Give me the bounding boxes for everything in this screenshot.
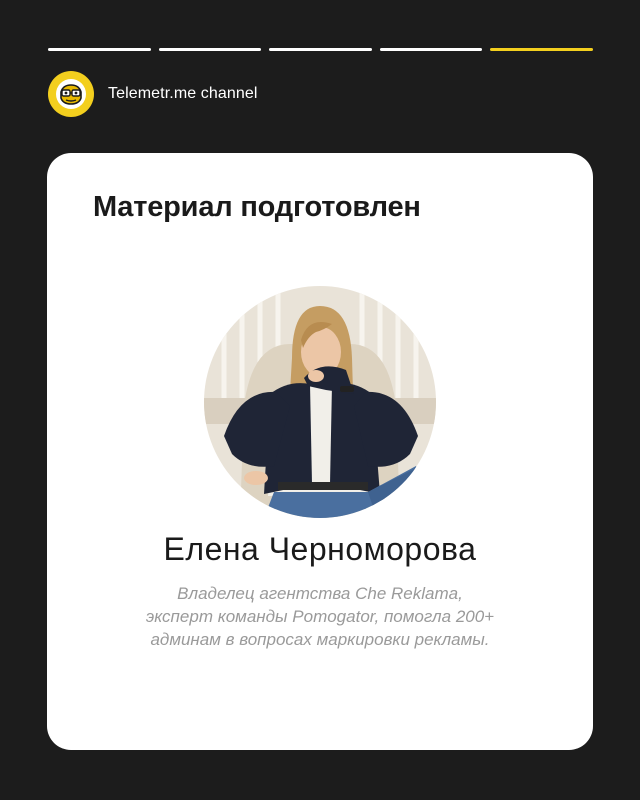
card-title: Материал подготовлен bbox=[93, 191, 421, 223]
progress-segment bbox=[269, 48, 372, 51]
progress-segment bbox=[158, 48, 262, 51]
author-bio: Владелец агентства Che Reklama, эксперт … bbox=[77, 582, 563, 651]
progress-segment bbox=[379, 48, 483, 51]
channel-name[interactable]: Telemetr.me channel bbox=[108, 85, 258, 103]
bio-line: админам в вопросах маркировки рекламы. bbox=[150, 630, 490, 649]
channel-header: Telemetr.me channel bbox=[48, 70, 258, 118]
progress-segment-active bbox=[490, 48, 593, 51]
story-progress-bar bbox=[48, 48, 593, 51]
bio-line: Владелец агентства Che Reklama, bbox=[177, 584, 463, 603]
bio-line: эксперт команды Pomogator, помогла 200+ bbox=[145, 607, 495, 626]
author-photo bbox=[204, 286, 436, 518]
author-name: Елена Черноморова bbox=[163, 531, 477, 567]
progress-segment bbox=[48, 48, 151, 51]
author-card: Материал подготовлен Елена Черноморова В… bbox=[47, 153, 593, 750]
telemetr-logo-icon[interactable] bbox=[48, 71, 94, 117]
